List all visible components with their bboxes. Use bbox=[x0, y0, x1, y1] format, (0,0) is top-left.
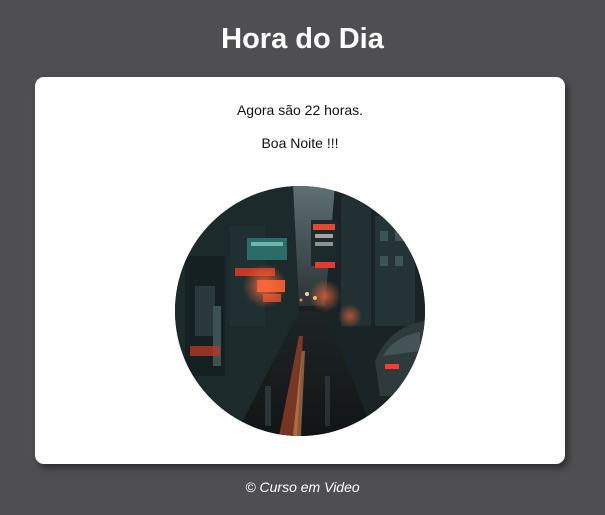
hours-message: Agora são 22 horas. bbox=[236, 102, 364, 118]
time-card: Agora são 22 horas. Boa Noite !!! bbox=[35, 77, 565, 464]
night-street-illustration bbox=[175, 186, 425, 436]
page-title: Hora do Dia bbox=[221, 23, 384, 55]
greeting-message: Boa Noite !!! bbox=[261, 135, 339, 151]
footer-copyright: © Curso em Video bbox=[245, 479, 360, 495]
night-street-photo bbox=[175, 186, 425, 436]
